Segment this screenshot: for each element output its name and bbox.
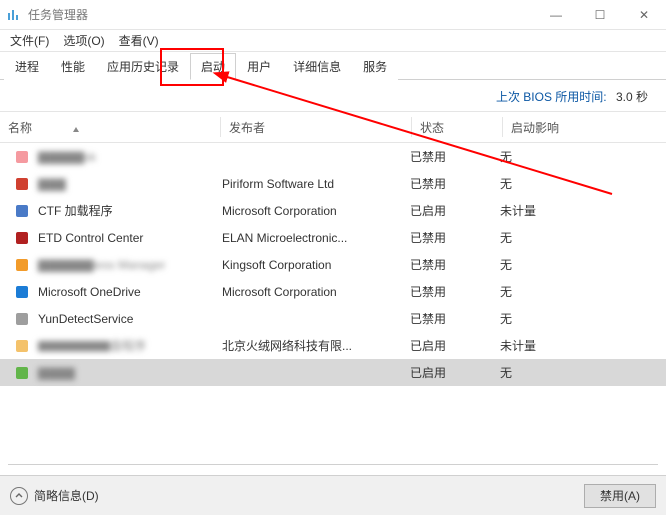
app-item-icon bbox=[14, 176, 30, 192]
startup-table-body: ▇▇▇▇▇sk已禁用无▇▇▇Piriform Software Ltd已禁用无C… bbox=[0, 143, 666, 386]
app-item-icon bbox=[14, 284, 30, 300]
footer-bar: 简略信息(D) 禁用(A) bbox=[0, 475, 666, 515]
cell-name: Microsoft OneDrive bbox=[14, 284, 220, 300]
cell-publisher: Kingsoft Corporation bbox=[220, 258, 410, 272]
cell-impact: 无 bbox=[500, 256, 620, 273]
disable-button[interactable]: 禁用(A) bbox=[584, 484, 656, 508]
cell-status: 已禁用 bbox=[410, 148, 500, 165]
tab-details[interactable]: 详细信息 bbox=[282, 53, 352, 80]
cell-name-text: YunDetectService bbox=[38, 312, 133, 326]
cell-publisher: Microsoft Corporation bbox=[220, 204, 410, 218]
menu-view[interactable]: 查看(V) bbox=[113, 31, 165, 50]
cell-publisher: Microsoft Corporation bbox=[220, 285, 410, 299]
tab-processes[interactable]: 进程 bbox=[4, 53, 50, 80]
menu-options[interactable]: 选项(O) bbox=[57, 31, 110, 50]
app-item-icon bbox=[14, 365, 30, 381]
cell-impact: 未计量 bbox=[500, 337, 620, 354]
cell-name: ▇▇▇▇▇▇盘程序 bbox=[14, 337, 220, 354]
cell-status: 已禁用 bbox=[410, 310, 500, 327]
app-item-icon bbox=[14, 203, 30, 219]
cell-name-text: ETD Control Center bbox=[38, 231, 143, 245]
table-row[interactable]: ▇▇▇ Piriform Software Ltd已禁用无 bbox=[0, 170, 666, 197]
cell-status: 已禁用 bbox=[410, 229, 500, 246]
menu-file[interactable]: 文件(F) bbox=[4, 31, 55, 50]
cell-name-text: CTF 加载程序 bbox=[38, 202, 113, 219]
cell-impact: 无 bbox=[500, 175, 620, 192]
cell-name: CTF 加载程序 bbox=[14, 202, 220, 219]
last-bios-time-label: 上次 BIOS 所用时间: bbox=[496, 90, 607, 104]
cell-status: 已禁用 bbox=[410, 175, 500, 192]
app-item-icon bbox=[14, 149, 30, 165]
tab-startup[interactable]: 启动 bbox=[190, 53, 236, 80]
tab-users[interactable]: 用户 bbox=[236, 53, 282, 80]
cell-impact: 无 bbox=[500, 283, 620, 300]
column-header-impact[interactable]: 启动影响 bbox=[503, 119, 623, 136]
table-row[interactable]: ▇▇▇▇ 已启用无 bbox=[0, 359, 666, 386]
cell-publisher: Piriform Software Ltd bbox=[220, 177, 410, 191]
table-row[interactable]: ETD Control Center ELAN Microelectronic..… bbox=[0, 224, 666, 251]
table-row[interactable]: ▇▇▇▇▇sk 已禁用无 bbox=[0, 143, 666, 170]
cell-status: 已启用 bbox=[410, 337, 500, 354]
menubar: 文件(F) 选项(O) 查看(V) bbox=[0, 30, 666, 52]
column-header-row: 名称 发布者 状态 启动影响 bbox=[0, 111, 666, 143]
cell-name: ▇▇▇▇▇▇iess Manager bbox=[14, 257, 220, 273]
window-controls: — ☐ ✕ bbox=[534, 0, 666, 30]
table-row[interactable]: ▇▇▇▇▇▇iess Manager Kingsoft Corporation已禁… bbox=[0, 251, 666, 278]
tab-performance[interactable]: 性能 bbox=[50, 53, 96, 80]
titlebar: 任务管理器 — ☐ ✕ bbox=[0, 0, 666, 30]
cell-status: 已禁用 bbox=[410, 256, 500, 273]
cell-impact: 无 bbox=[500, 364, 620, 381]
window-title: 任务管理器 bbox=[28, 6, 88, 23]
column-header-publisher[interactable]: 发布者 bbox=[221, 119, 411, 136]
cell-name-text: ▇▇▇▇▇▇盘程序 bbox=[38, 337, 146, 354]
cell-name: ▇▇▇ bbox=[14, 176, 220, 192]
app-item-icon bbox=[14, 311, 30, 327]
app-icon bbox=[6, 7, 22, 23]
fewer-details-label: 简略信息(D) bbox=[34, 487, 99, 504]
cell-status: 已禁用 bbox=[410, 283, 500, 300]
minimize-button[interactable]: — bbox=[534, 0, 578, 30]
table-row[interactable]: CTF 加载程序 Microsoft Corporation已启用未计量 bbox=[0, 197, 666, 224]
cell-name-text: ▇▇▇▇▇sk bbox=[38, 150, 96, 164]
last-bios-time-row: 上次 BIOS 所用时间: 3.0 秒 bbox=[0, 80, 666, 111]
cell-status: 已启用 bbox=[410, 202, 500, 219]
tab-app-history[interactable]: 应用历史记录 bbox=[96, 53, 190, 80]
cell-name-text: ▇▇▇▇▇▇iess Manager bbox=[38, 258, 165, 272]
cell-impact: 无 bbox=[500, 148, 620, 165]
maximize-button[interactable]: ☐ bbox=[578, 0, 622, 30]
cell-name: ▇▇▇▇▇sk bbox=[14, 149, 220, 165]
cell-impact: 无 bbox=[500, 310, 620, 327]
app-item-icon bbox=[14, 338, 30, 354]
cell-name-text: ▇▇▇ bbox=[38, 177, 66, 191]
cell-name-text: ▇▇▇▇ bbox=[38, 366, 75, 380]
column-header-status[interactable]: 状态 bbox=[412, 119, 502, 136]
column-header-name-label: 名称 bbox=[8, 119, 32, 136]
cell-name: ETD Control Center bbox=[14, 230, 220, 246]
cell-name-text: Microsoft OneDrive bbox=[38, 285, 141, 299]
cell-publisher: 北京火绒网络科技有限... bbox=[220, 337, 410, 354]
app-item-icon bbox=[14, 230, 30, 246]
cell-status: 已启用 bbox=[410, 364, 500, 381]
cell-impact: 未计量 bbox=[500, 202, 620, 219]
close-button[interactable]: ✕ bbox=[622, 0, 666, 30]
separator-line bbox=[8, 464, 658, 465]
tab-bar: 进程 性能 应用历史记录 启动 用户 详细信息 服务 bbox=[0, 52, 666, 80]
tab-services[interactable]: 服务 bbox=[352, 53, 398, 80]
table-row[interactable]: Microsoft OneDrive Microsoft Corporation已… bbox=[0, 278, 666, 305]
app-item-icon bbox=[14, 257, 30, 273]
table-row[interactable]: YunDetectService 已禁用无 bbox=[0, 305, 666, 332]
last-bios-time-value: 3.0 秒 bbox=[616, 90, 648, 104]
cell-publisher: ELAN Microelectronic... bbox=[220, 231, 410, 245]
table-row[interactable]: ▇▇▇▇▇▇盘程序 北京火绒网络科技有限...已启用未计量 bbox=[0, 332, 666, 359]
column-header-name[interactable]: 名称 bbox=[0, 119, 220, 136]
cell-name: YunDetectService bbox=[14, 311, 220, 327]
chevron-up-circle-icon bbox=[10, 487, 28, 505]
sort-ascending-icon bbox=[72, 123, 80, 131]
cell-name: ▇▇▇▇ bbox=[14, 365, 220, 381]
fewer-details-button[interactable]: 简略信息(D) bbox=[10, 487, 99, 505]
cell-impact: 无 bbox=[500, 229, 620, 246]
